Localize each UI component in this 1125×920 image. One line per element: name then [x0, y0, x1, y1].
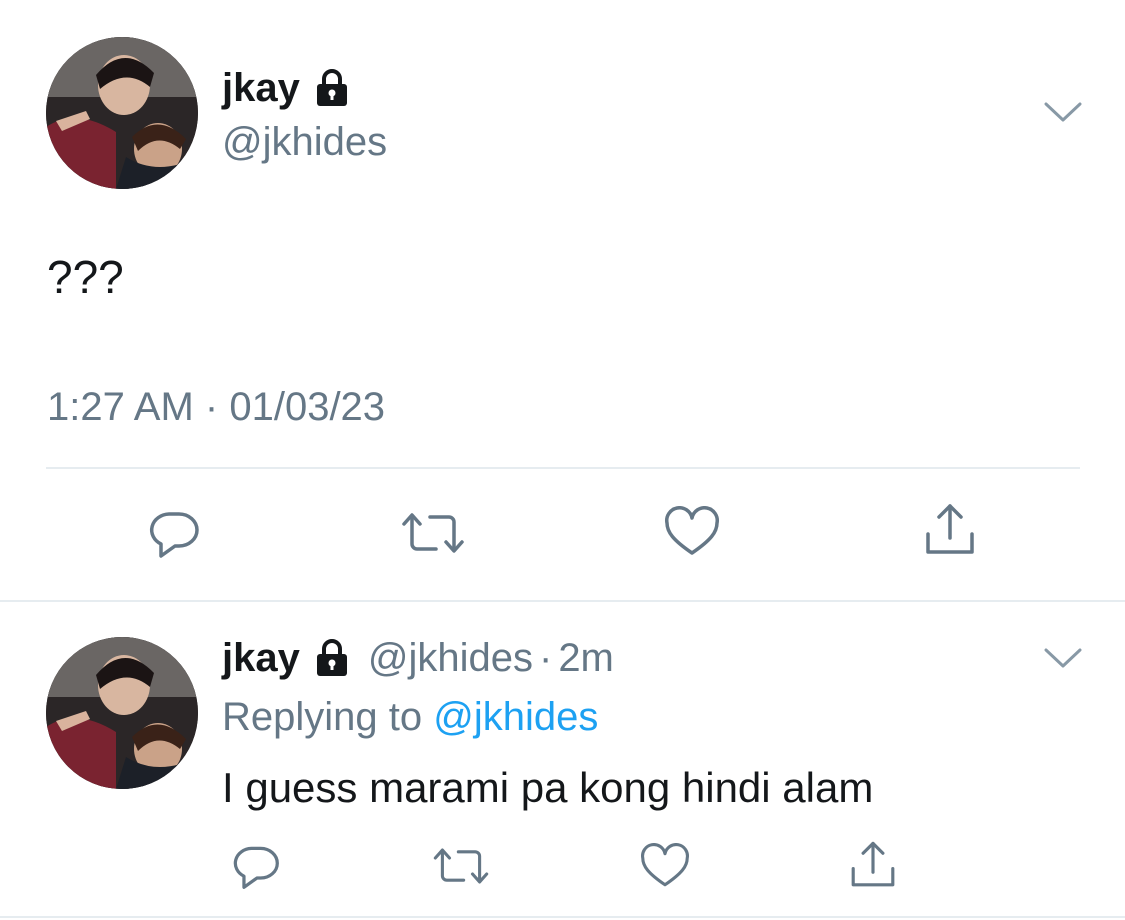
- reply-avatar[interactable]: [46, 637, 198, 789]
- reply-header: jkay @jkhides · 2m: [222, 632, 614, 684]
- reply-button[interactable]: [146, 505, 202, 561]
- share-button[interactable]: [920, 500, 980, 560]
- reply-button[interactable]: [230, 841, 282, 891]
- share-icon: [851, 841, 895, 887]
- reply-handle[interactable]: @jkhides: [368, 632, 533, 684]
- bottom-divider: [0, 916, 1125, 918]
- display-name-text: jkay: [222, 66, 300, 110]
- reply-time[interactable]: 2m: [558, 632, 614, 684]
- reply-display-name[interactable]: jkay: [222, 632, 300, 684]
- tweet-text: ???: [47, 251, 124, 303]
- like-button[interactable]: [638, 842, 692, 892]
- replying-to: Replying to @jkhides: [222, 692, 598, 742]
- replying-mention-link[interactable]: @jkhides: [433, 695, 598, 739]
- main-avatar[interactable]: [46, 37, 198, 189]
- reply-icon: [149, 512, 199, 558]
- share-button[interactable]: [846, 838, 900, 892]
- retweet-icon: [433, 848, 489, 884]
- lock-icon: [316, 69, 347, 106]
- replying-prefix: Replying to: [222, 695, 423, 739]
- meta-separator: ·: [204, 385, 219, 429]
- share-icon: [926, 504, 974, 554]
- lock-icon: [316, 639, 347, 676]
- divider: [46, 467, 1080, 469]
- retweet-icon: [402, 513, 464, 553]
- retweet-button[interactable]: [398, 505, 468, 561]
- reply-text: I guess marami pa kong hindi alam: [222, 764, 874, 811]
- like-button[interactable]: [662, 505, 722, 561]
- avatar-image: [46, 637, 198, 789]
- reply-icon: [233, 846, 279, 889]
- tweet-timestamp[interactable]: 1:27 AM · 01/03/23: [47, 382, 385, 432]
- section-divider: [0, 600, 1125, 602]
- meta-separator: ·: [538, 636, 553, 680]
- display-name[interactable]: jkay: [222, 62, 352, 114]
- tweet-time: 1:27 AM: [47, 385, 194, 429]
- like-icon: [665, 506, 719, 555]
- tweet-date: 01/03/23: [229, 385, 386, 429]
- avatar-image: [46, 37, 198, 189]
- chevron-down-icon[interactable]: [1044, 101, 1082, 123]
- retweet-button[interactable]: [430, 842, 492, 890]
- handle[interactable]: @jkhides: [222, 118, 387, 166]
- like-icon: [641, 843, 689, 887]
- chevron-down-icon[interactable]: [1044, 647, 1082, 669]
